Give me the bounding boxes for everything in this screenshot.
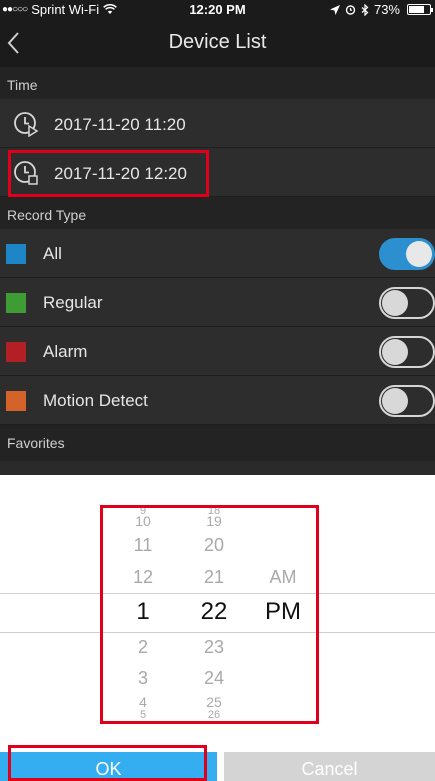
toggle-knob <box>382 339 408 365</box>
bluetooth-icon <box>361 3 369 16</box>
color-swatch <box>6 244 26 264</box>
toggle-switch[interactable] <box>379 238 435 270</box>
nav-bar: Device List <box>0 20 435 67</box>
highlight-box <box>8 745 207 781</box>
settings-list: Time 2017-11-20 11:20 2017-11-20 12:20 R… <box>0 67 435 475</box>
toggle-switch[interactable] <box>379 385 435 417</box>
battery-percent: 73% <box>373 2 400 17</box>
toggle-knob <box>382 388 408 414</box>
record-type-row-all: All <box>0 229 435 278</box>
highlight-box <box>8 150 209 197</box>
battery-icon <box>407 4 433 15</box>
location-arrow-icon <box>329 4 340 15</box>
record-type-label: Regular <box>43 293 103 312</box>
record-type-label: Alarm <box>43 342 88 361</box>
start-time-value: 2017-11-20 11:20 <box>54 115 186 134</box>
color-swatch <box>6 342 26 362</box>
color-swatch <box>6 293 26 313</box>
section-header-favorites: Favorites <box>0 425 435 461</box>
toggle-knob <box>406 241 432 267</box>
record-type-label: All <box>43 244 62 263</box>
section-header-record-type: Record Type <box>0 197 435 229</box>
record-type-label: Motion Detect <box>43 391 148 410</box>
toggle-knob <box>382 290 408 316</box>
color-swatch <box>6 391 26 411</box>
highlight-box <box>100 505 319 724</box>
record-type-row-regular: Regular <box>0 278 435 327</box>
toggle-switch[interactable] <box>379 336 435 368</box>
start-time-row[interactable]: 2017-11-20 11:20 <box>0 99 435 148</box>
alarm-clock-icon <box>345 5 356 15</box>
section-header-time: Time <box>0 67 435 99</box>
toggle-switch[interactable] <box>379 287 435 319</box>
record-type-row-alarm: Alarm <box>0 327 435 376</box>
page-title: Device List <box>168 31 267 53</box>
clock-play-icon <box>14 112 39 137</box>
status-bar: ●●○○○ Sprint Wi-Fi 12:20 PM 73% <box>0 0 435 20</box>
cancel-button[interactable]: Cancel <box>224 752 435 781</box>
record-type-row-motion: Motion Detect <box>0 376 435 425</box>
status-right-group: 73% <box>329 2 433 17</box>
